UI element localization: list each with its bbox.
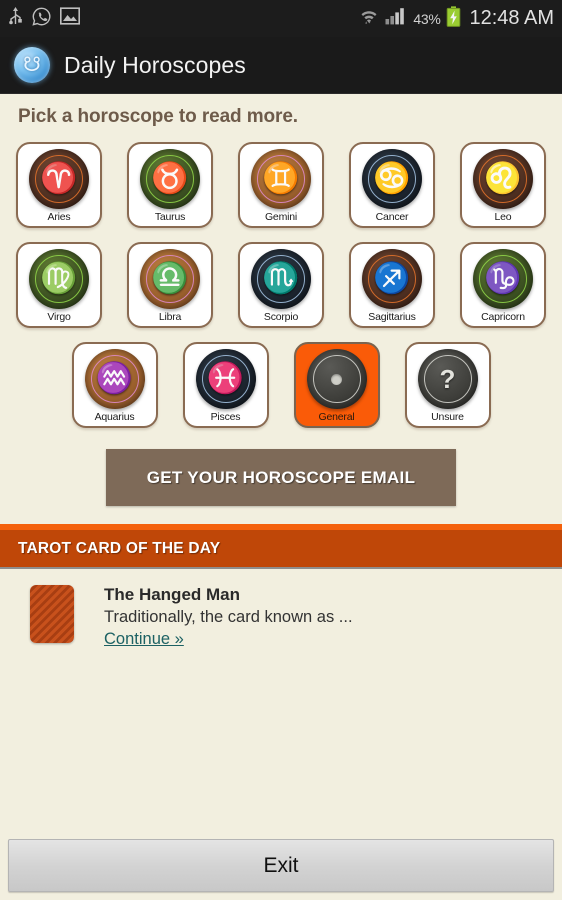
exit-button[interactable]: Exit	[8, 839, 554, 892]
horoscope-tile-grid: ♈ Aries ♉ Taurus ♊ Gemini ♋ Cancer ♌ Leo ♍ Virgo ♎ Li…	[0, 132, 562, 435]
tile-label: Capricorn	[481, 311, 525, 323]
horoscope-tile-gemini[interactable]: ♊ Gemini	[238, 142, 324, 228]
scorpio-symbol-icon: ♏	[251, 249, 311, 309]
libra-symbol-icon: ♎	[140, 249, 200, 309]
tarot-card-row[interactable]: The Hanged Man Traditionally, the card k…	[0, 569, 562, 659]
tarot-card-text: The Hanged Man Traditionally, the card k…	[104, 585, 353, 649]
horoscope-tile-taurus[interactable]: ♉ Taurus	[127, 142, 213, 228]
capricorn-symbol-icon: ♑	[473, 249, 533, 309]
email-button-row: GET YOUR HOROSCOPE EMAIL	[0, 435, 562, 524]
tile-cell: General	[281, 335, 392, 435]
tile-cell: ♎ Libra	[115, 235, 226, 335]
whatsapp-icon	[32, 7, 51, 31]
tile-label: Sagittarius	[368, 311, 416, 323]
aries-symbol-icon: ♈	[29, 149, 89, 209]
tile-label: Leo	[494, 211, 512, 223]
sagittarius-symbol-icon: ♐	[362, 249, 422, 309]
tile-label: Taurus	[154, 211, 186, 223]
action-bar: Daily Horoscopes	[0, 37, 562, 94]
clock-label: 12:48 AM	[469, 7, 554, 29]
tile-label: Gemini	[264, 211, 298, 223]
tile-cell: ♏ Scorpio	[226, 235, 337, 335]
cancer-symbol-icon: ♋	[362, 149, 422, 209]
virgo-symbol-icon: ♍	[29, 249, 89, 309]
horoscope-tile-leo[interactable]: ♌ Leo	[460, 142, 546, 228]
tile-glyph: ?	[439, 364, 456, 394]
battery-percent-label: 43%	[413, 10, 441, 27]
page-title: Daily Horoscopes	[64, 51, 246, 78]
status-bar-right-icons: 43% 12:48 AM	[359, 5, 554, 32]
tile-cell: ♌ Leo	[448, 135, 559, 235]
tile-cell: ♓ Pisces	[170, 335, 281, 435]
question-mark-icon: ?	[417, 349, 478, 409]
disc-icon	[306, 349, 367, 409]
tile-cell: ♈ Aries	[4, 135, 115, 235]
status-bar: 43% 12:48 AM	[0, 0, 562, 37]
tile-glyph: ♑	[484, 262, 522, 295]
tile-glyph: ♌	[484, 162, 522, 195]
tarot-card-back-icon[interactable]	[30, 585, 74, 643]
horoscope-tile-cancer[interactable]: ♋ Cancer	[349, 142, 435, 228]
tile-cell: ♋ Cancer	[337, 135, 448, 235]
tile-cell: ♒ Aquarius	[59, 335, 170, 435]
tile-label: Scorpio	[263, 311, 299, 323]
horoscope-tile-virgo[interactable]: ♍ Virgo	[16, 242, 102, 328]
tile-label: Aquarius	[94, 411, 135, 423]
tile-glyph: ♊	[262, 162, 300, 195]
tarot-card-excerpt: Traditionally, the card known as ...	[104, 608, 353, 626]
aquarius-symbol-icon: ♒	[84, 349, 145, 409]
horoscope-tile-scorpio[interactable]: ♏ Scorpio	[238, 242, 324, 328]
pisces-symbol-icon: ♓	[195, 349, 256, 409]
horoscope-tile-libra[interactable]: ♎ Libra	[127, 242, 213, 328]
tile-cell: ? Unsure	[392, 335, 503, 435]
usb-icon	[8, 6, 23, 31]
tarot-continue-link[interactable]: Continue »	[104, 630, 184, 649]
tile-cell: ♐ Sagittarius	[337, 235, 448, 335]
footer-bar: Exit	[0, 839, 562, 900]
tile-glyph: ♍	[40, 262, 78, 295]
prompt-label: Pick a horoscope to read more.	[18, 106, 298, 127]
get-horoscope-email-button[interactable]: GET YOUR HOROSCOPE EMAIL	[106, 449, 456, 506]
horoscope-tile-aquarius[interactable]: ♒ Aquarius	[71, 342, 158, 428]
tile-label: Unsure	[431, 411, 464, 423]
tile-glyph: ♏	[262, 262, 300, 295]
tile-label: Pisces	[210, 411, 241, 423]
tile-glyph: ♒	[95, 362, 134, 395]
tile-glyph: ♋	[373, 162, 411, 195]
tile-label: General	[318, 411, 355, 423]
horoscope-tile-capricorn[interactable]: ♑ Capricorn	[460, 242, 546, 328]
horoscope-tile-sagittarius[interactable]: ♐ Sagittarius	[349, 242, 435, 328]
tile-glyph: ♈	[40, 162, 78, 195]
horoscope-tile-general[interactable]: General	[293, 342, 380, 428]
tile-cell: ♍ Virgo	[4, 235, 115, 335]
tile-label: Aries	[47, 211, 71, 223]
tile-cell: ♑ Capricorn	[448, 235, 559, 335]
signal-bars-icon	[385, 7, 407, 30]
tarot-card-title: The Hanged Man	[104, 585, 241, 604]
leo-symbol-icon: ♌	[473, 149, 533, 209]
photo-icon	[60, 7, 80, 30]
tile-glyph: ♓	[206, 362, 245, 395]
horoscope-tile-unsure[interactable]: ? Unsure	[404, 342, 491, 428]
main-content: Pick a horoscope to read more. ♈ Aries ♉ Ta…	[0, 94, 562, 659]
wifi-icon	[359, 6, 379, 31]
tile-cell: ♉ Taurus	[115, 135, 226, 235]
tile-glyph: ♉	[151, 162, 189, 195]
tile-label: Libra	[158, 311, 182, 323]
status-bar-left-icons	[8, 6, 80, 31]
tile-glyph: ♎	[151, 262, 189, 295]
daily-horoscopes-app-icon	[14, 47, 50, 83]
tile-glyph: ♐	[373, 262, 411, 295]
gemini-symbol-icon: ♊	[251, 149, 311, 209]
battery-charging-icon	[446, 5, 461, 32]
horoscope-tile-aries[interactable]: ♈ Aries	[16, 142, 102, 228]
tile-cell: ♊ Gemini	[226, 135, 337, 235]
tile-label: Virgo	[47, 311, 71, 323]
horoscope-tile-pisces[interactable]: ♓ Pisces	[182, 342, 269, 428]
tarot-section-header: TAROT CARD OF THE DAY	[0, 530, 562, 569]
taurus-symbol-icon: ♉	[140, 149, 200, 209]
tile-label: Cancer	[375, 211, 409, 223]
